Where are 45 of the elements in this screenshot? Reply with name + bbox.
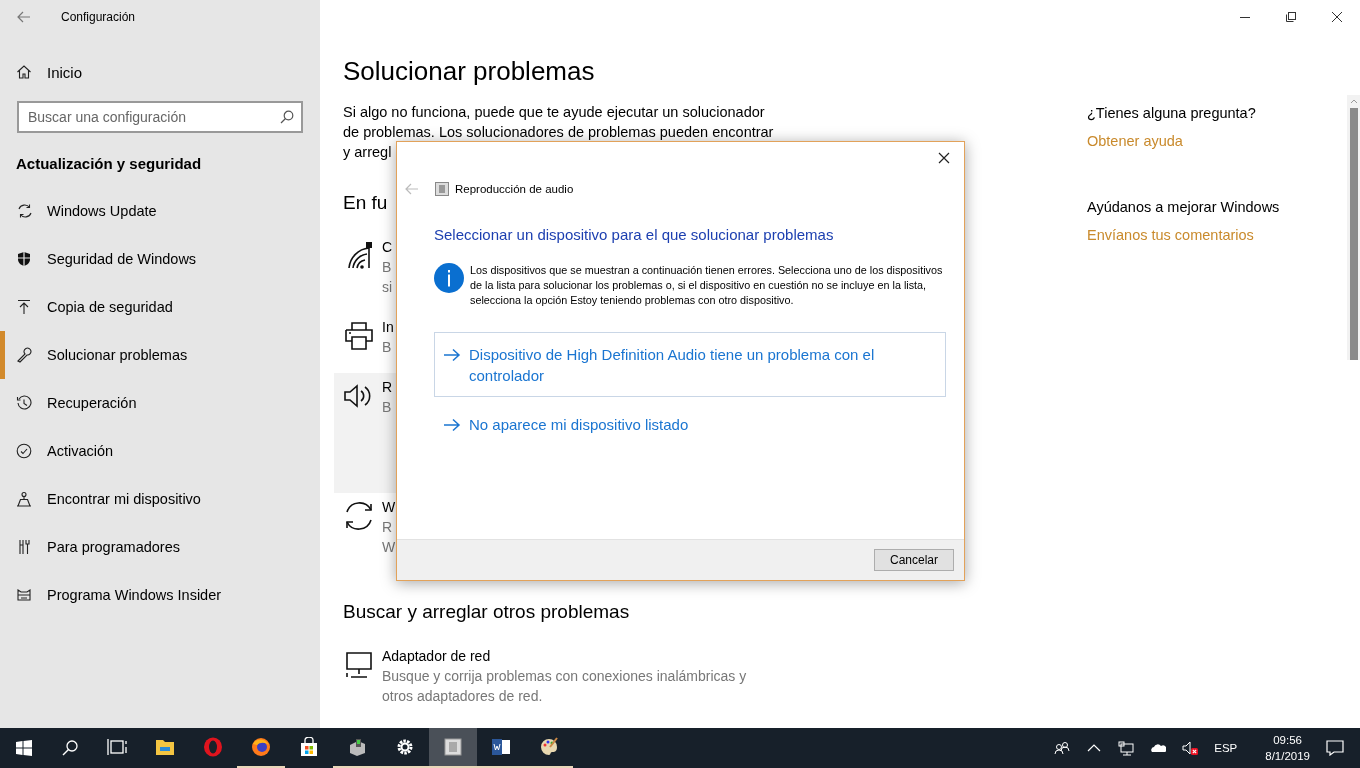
sidebar-item[interactable]: Activación	[0, 427, 320, 475]
intro-paragraph: Si algo no funciona, puede que te ayude ejecutar un solucionador de problemas. Los solucionadores de problemas pueden encontrar y arregl	[343, 103, 774, 162]
item-description: Busque y corrija problemas con conexiones inalámbricas y	[382, 667, 747, 686]
item-description: B	[382, 338, 393, 357]
item-description: otros adaptadores de red.	[382, 687, 544, 706]
sidebar-item[interactable]: Windows Update	[0, 187, 320, 235]
sidebar-item[interactable]: Copia de seguridad	[0, 283, 320, 331]
dialog-heading: Seleccionar un dispositivo para el que solucionar problemas	[433, 225, 835, 245]
troubleshooter-item[interactable]: C B si	[334, 233, 396, 313]
item-title[interactable]: R	[382, 377, 393, 397]
home-link[interactable]: Inicio	[0, 33, 320, 83]
item-description: B	[382, 398, 393, 417]
item-description: si	[382, 278, 393, 297]
clock[interactable]: 09:56 8/1/2019	[1265, 732, 1310, 764]
sidebar-item[interactable]: Seguridad de Windows	[0, 235, 320, 283]
window-title: Configuración	[61, 9, 136, 24]
info-text: Los dispositivos que se muestran a continuación tienen errores. Selecciona uno de los dispositivos de la lista para solucionar los problemas o, si el dispositivo en cuestión no se incluye en la lista, selecciona la opción Estoy teniendo problemas con otro dispositivo.	[470, 263, 944, 308]
troubleshooter-item[interactable]: In B	[334, 313, 396, 373]
item-description: R	[382, 518, 394, 537]
section-heading: Buscar y arreglar otros problemas	[343, 601, 630, 624]
search-field[interactable]: Buscar una configuración	[17, 101, 303, 133]
option-link[interactable]: Dispositivo de High Definition Audio tiene un problema con el controlador	[434, 332, 946, 397]
sidebar-item[interactable]: Para programadores	[0, 523, 320, 571]
item-description: B	[382, 258, 393, 277]
item-title[interactable]: In	[382, 317, 394, 337]
troubleshooter-item[interactable]: Adaptador de red Busque y corrija problemas con conexiones inalámbricas y otros adaptadores de red.	[334, 642, 843, 722]
sidebar-item[interactable]: Recuperación	[0, 379, 320, 427]
cancel-button[interactable]: Cancelar	[874, 549, 954, 571]
item-title[interactable]: W	[382, 497, 396, 517]
troubleshooter-item[interactable]: R B	[334, 373, 396, 493]
item-title[interactable]: C	[382, 237, 393, 257]
sidebar-item[interactable]: Programa Windows Insider	[0, 571, 320, 619]
troubleshooter-item[interactable]: W R W	[334, 493, 396, 573]
sidebar-item[interactable]: Encontrar mi dispositivo	[0, 475, 320, 523]
help-text: ¿Tienes alguna pregunta?	[1087, 104, 1257, 123]
section-heading: Actualización y seguridad	[15, 154, 203, 173]
item-description: W	[382, 538, 396, 557]
dialog-title: Reproducción de audio	[455, 183, 574, 195]
page-title: Solucionar problemas	[342, 55, 596, 88]
section-heading: En fu	[343, 192, 388, 215]
help-text: Ayúdanos a mejorar Windows	[1087, 198, 1281, 217]
language-indicator[interactable]: ESP	[1214, 742, 1238, 754]
option-link[interactable]: No aparece mi dispositivo listado	[434, 402, 946, 446]
item-title[interactable]: Adaptador de red	[382, 646, 747, 666]
sidebar-item[interactable]: Solucionar problemas	[0, 331, 320, 379]
